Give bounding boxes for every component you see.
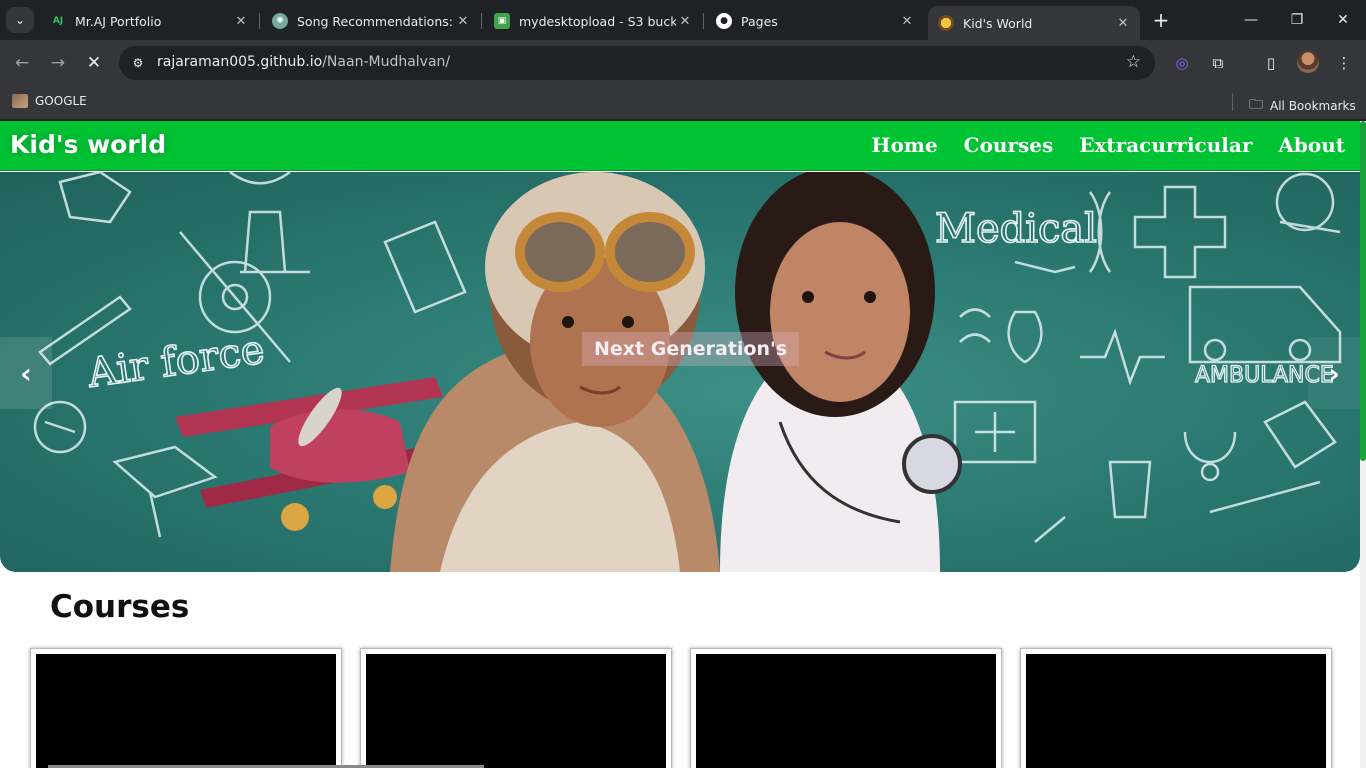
sketch-word-air-force: Air force (84, 327, 267, 397)
scrollbar-thumb[interactable] (1360, 121, 1366, 461)
site-navbar: Kid's world Home Courses Extracurricular… (0, 121, 1360, 171)
back-button[interactable]: ← (10, 51, 34, 75)
extensions-puzzle-icon[interactable]: ⧉ (1207, 52, 1229, 74)
site-icon (938, 15, 954, 31)
course-card[interactable] (690, 648, 1002, 768)
forward-button[interactable]: → (46, 51, 70, 75)
course-card-media[interactable] (366, 654, 666, 768)
course-card[interactable] (30, 648, 342, 768)
mr-aj-logo-icon: AJ (50, 13, 66, 29)
sketch-word-medical: Medical (935, 206, 1097, 252)
carousel-prev-button[interactable]: ‹ (0, 337, 52, 409)
course-card[interactable] (360, 648, 672, 768)
browser-toolbar: ← → ✕ ⚙ rajaraman005.github.io/Naan-Mudh… (0, 40, 1366, 86)
nav-courses[interactable]: Courses (964, 133, 1054, 157)
close-icon[interactable]: ✕ (232, 14, 250, 29)
address-bar[interactable]: ⚙ rajaraman005.github.io/Naan-Mudhalvan/… (119, 46, 1155, 80)
all-bookmarks-button[interactable]: 🗀 All Bookmarks (1249, 94, 1356, 118)
url-path: /Naan-Mudhalvan/ (322, 54, 451, 70)
url-text[interactable]: rajaraman005.github.io/Naan-Mudhalvan/ (157, 54, 450, 70)
stop-loading-button[interactable]: ✕ (82, 51, 106, 75)
new-tab-button[interactable]: + (1150, 9, 1172, 31)
nav-links: Home Courses Extracurricular About (859, 133, 1358, 157)
url-host: rajaraman005.github.io (157, 54, 323, 70)
close-window-button[interactable]: ✕ (1320, 8, 1366, 32)
tab-mr-aj-portfolio[interactable]: AJ Mr.AJ Portfolio ✕ (40, 6, 260, 36)
profile-avatar[interactable] (1297, 51, 1319, 73)
bookmarks-divider (1232, 93, 1233, 111)
folder-icon: 🗀 (1249, 97, 1263, 113)
tab-strip: ⌄ AJ Mr.AJ Portfolio ✕ ✺ Song Recommenda… (0, 0, 1366, 40)
hero-carousel: Medical Air force AMBULANCE Next Generat… (0, 172, 1360, 572)
aws-s3-icon: ▣ (494, 13, 510, 29)
chevron-left-icon: ‹ (20, 356, 32, 390)
hero-image: Medical Air force AMBULANCE (33, 172, 1342, 572)
bookmark-star-icon[interactable]: ☆ (1126, 52, 1141, 72)
carousel-caption: Next Generation's (582, 332, 800, 366)
side-panel-icon[interactable]: ▯ (1260, 52, 1282, 74)
github-icon: ● (716, 13, 732, 29)
close-icon[interactable]: ✕ (898, 14, 916, 29)
course-card-media[interactable] (1026, 654, 1326, 768)
course-card-media[interactable] (696, 654, 996, 768)
girl-doctor-illustration (720, 172, 962, 572)
nav-home[interactable]: Home (872, 133, 938, 157)
chevron-right-icon: › (1328, 356, 1340, 390)
close-icon[interactable]: ✕ (1114, 16, 1132, 31)
carousel-next-button[interactable]: › (1308, 337, 1360, 409)
restore-button[interactable]: ❐ (1274, 8, 1320, 32)
page-scrollbar[interactable] (1360, 121, 1366, 768)
tab-song-recommendations[interactable]: ✺ Song Recommendations: "S ✕ (262, 6, 482, 36)
minimize-button[interactable]: — (1228, 8, 1274, 32)
course-card[interactable] (1020, 648, 1332, 768)
nav-about[interactable]: About (1278, 133, 1345, 157)
chatgpt-icon: ✺ (272, 13, 288, 29)
close-icon[interactable]: ✕ (454, 14, 472, 29)
tab-kids-world[interactable]: Kid's World ✕ (928, 6, 1140, 40)
close-icon[interactable]: ✕ (676, 14, 694, 29)
site-brand[interactable]: Kid's world (10, 130, 166, 159)
chevron-down-icon: ⌄ (14, 13, 26, 27)
menu-kebab-icon[interactable]: ⋮ (1333, 52, 1355, 74)
course-card-media[interactable] (36, 654, 336, 768)
google-bookmark-icon (12, 94, 28, 108)
page-viewport: Kid's world Home Courses Extracurricular… (0, 121, 1366, 768)
tab-s3-bucket[interactable]: ▣ mydesktopload - S3 bucket ✕ (484, 6, 704, 36)
extension-tab-icon[interactable]: ◎ (1171, 52, 1193, 74)
tab-pages[interactable]: ● Pages ✕ (706, 6, 924, 36)
site-info-icon[interactable]: ⚙ (129, 54, 147, 72)
courses-heading: Courses (50, 589, 190, 625)
nav-extracurricular[interactable]: Extracurricular (1079, 133, 1252, 157)
tab-search-button[interactable]: ⌄ (6, 7, 34, 33)
bookmark-google[interactable]: GOOGLE (12, 94, 87, 108)
bookmarks-bar: GOOGLE 🗀 All Bookmarks (0, 86, 1366, 120)
